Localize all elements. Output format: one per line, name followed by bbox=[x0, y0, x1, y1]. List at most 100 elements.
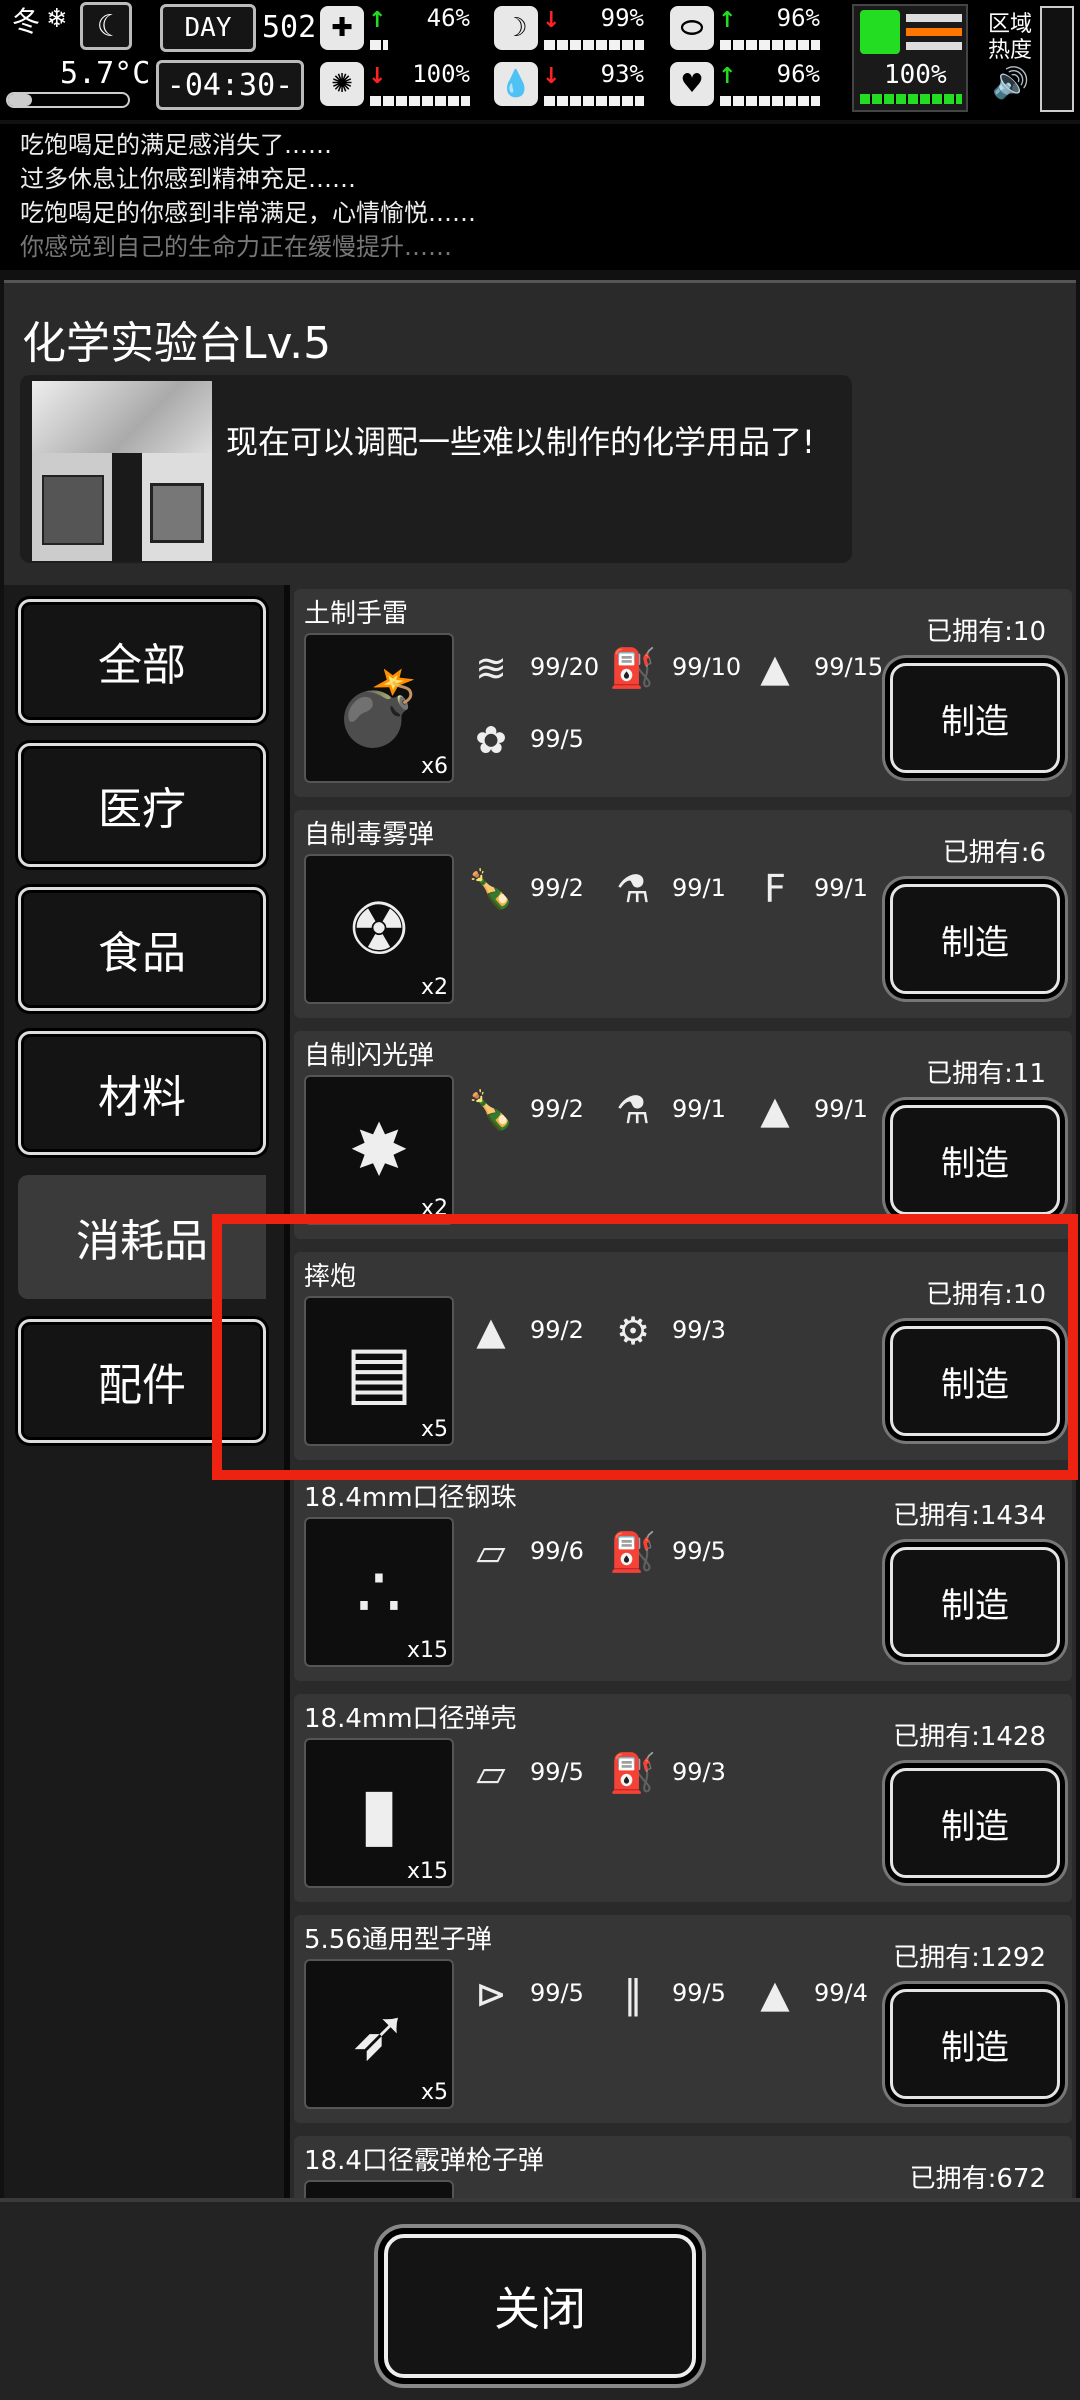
category-food[interactable]: 食品 bbox=[18, 887, 266, 1011]
status-hud: 冬 ❄ ☾ 5.7°C DAY 502 -04:30- ✚ ↑ 46% ☽ ↓ … bbox=[0, 0, 1080, 120]
craft-button[interactable]: 制造 bbox=[890, 1105, 1060, 1215]
stat-hunger: ☽ ↓ 99% bbox=[494, 4, 644, 54]
metal-plate-icon: ▱ bbox=[476, 1530, 506, 1574]
speaker-icon[interactable]: 🔊 bbox=[992, 66, 1029, 101]
crafting-panel: 化学实验台Lv.5 现在可以调配一些难以制作的化学用品了! 全部 医疗 食品 材… bbox=[4, 280, 1076, 2400]
owned-count: 已拥有:6 bbox=[942, 838, 1046, 868]
material-requirement: ≋ 99/20 bbox=[464, 639, 604, 699]
category-consumables[interactable]: 消耗品 bbox=[18, 1175, 266, 1299]
energy-bar bbox=[720, 40, 820, 50]
owned-count: 已拥有:10 bbox=[926, 1280, 1046, 1310]
station-description: 现在可以调配一些难以制作的化学用品了! bbox=[226, 423, 815, 461]
recipe-row: 18.4mm口径钢珠 已拥有:1434 ∴ x15 ▱ 99/6 ⛽ 99/5 制造 bbox=[294, 1473, 1072, 1681]
fuel-can-icon: ⛽ bbox=[609, 645, 657, 690]
powder-icon: ▲ bbox=[760, 646, 790, 690]
yield-multiplier: x15 bbox=[406, 1859, 448, 1884]
brain-icon: ✺ bbox=[320, 62, 364, 106]
shell-casing-icon: ▮ x15 bbox=[304, 1738, 454, 1888]
material-requirement: 🍾 99/2 bbox=[464, 860, 604, 920]
category-materials[interactable]: 材料 bbox=[18, 1031, 266, 1155]
material-requirement: ⚗ 99/1 bbox=[606, 860, 746, 920]
message-log: 吃饱喝足的满足感消失了…… 过多休息让你感到精神充足…… 吃饱喝足的你感到非常满… bbox=[0, 124, 1080, 270]
fuel-can-icon: ⛽ bbox=[609, 1750, 657, 1795]
trend-up-icon: ↑ bbox=[368, 8, 387, 33]
craft-button[interactable]: 制造 bbox=[890, 1326, 1060, 1436]
category-medical[interactable]: 医疗 bbox=[18, 743, 266, 867]
craft-button[interactable]: 制造 bbox=[890, 1547, 1060, 1657]
thermometer-icon bbox=[6, 92, 130, 108]
bottle-icon: 🍾 bbox=[467, 1087, 515, 1132]
yield-multiplier: x5 bbox=[420, 1417, 448, 1442]
clock-readout: -04:30- bbox=[156, 60, 304, 110]
owned-count: 已拥有:1428 bbox=[893, 1722, 1046, 1752]
close-button[interactable]: 关闭 bbox=[384, 2234, 696, 2378]
material-requirement: 🍾 99/2 bbox=[464, 1081, 604, 1141]
yield-multiplier: x2 bbox=[420, 1196, 448, 1221]
flask-icon: ⚗ bbox=[615, 867, 651, 911]
powder-icon: ▲ bbox=[760, 1972, 790, 2016]
category-all[interactable]: 全部 bbox=[18, 599, 266, 723]
flask-icon: ⚗ bbox=[615, 1088, 651, 1132]
log-line: 吃饱喝足的满足感消失了…… bbox=[20, 131, 332, 159]
bullet-tip-icon: ⊳ bbox=[475, 1972, 507, 2016]
stat-health: ✚ ↑ 46% bbox=[320, 4, 470, 54]
trend-down-icon: ↓ bbox=[542, 8, 561, 33]
bullet-icon: ➶ x5 bbox=[304, 1959, 454, 2109]
craft-button[interactable]: 制造 bbox=[890, 1768, 1060, 1878]
day-counter: 502 bbox=[262, 10, 317, 45]
yield-multiplier: x15 bbox=[406, 1638, 448, 1663]
temperature-readout: 5.7°C bbox=[60, 56, 151, 91]
owned-count: 已拥有:11 bbox=[926, 1059, 1046, 1089]
snow-icon: ❄ bbox=[46, 4, 68, 34]
recipe-name: 18.4mm口径钢珠 bbox=[304, 1483, 517, 1513]
material-requirement: ▱ 99/6 bbox=[464, 1523, 604, 1583]
recipe-name: 自制毒雾弹 bbox=[304, 820, 435, 850]
log-line: 吃饱喝足的你感到非常满足，心情愉悦…… bbox=[20, 199, 476, 227]
material-requirement: ⚙ 99/3 bbox=[606, 1302, 746, 1362]
firecracker-box-icon: ▤ x5 bbox=[304, 1296, 454, 1446]
recipe-row: 土制手雷 已拥有:10 💣 x6 ≋ 99/20 ⛽ 99/10 ▲ 99/15 ✿ 99/5 制造 bbox=[294, 589, 1072, 797]
recipe-name: 18.4mm口径弹壳 bbox=[304, 1704, 517, 1734]
hunger-bar bbox=[544, 40, 644, 50]
recipe-name: 自制闪光弹 bbox=[304, 1041, 435, 1071]
recipe-name: 土制手雷 bbox=[304, 599, 409, 629]
material-requirement: ⊳ 99/5 bbox=[464, 1965, 604, 2025]
thirst-bar bbox=[544, 96, 644, 106]
cotton-icon: ✿ bbox=[475, 718, 507, 762]
recipe-name: 5.56通用型子弹 bbox=[304, 1925, 492, 1955]
material-requirement: ▲ 99/4 bbox=[748, 1965, 888, 2025]
category-accessories[interactable]: 配件 bbox=[18, 1319, 266, 1443]
stat-mood: ♥ ↑ 96% bbox=[670, 60, 820, 110]
recipe-list[interactable]: 土制手雷 已拥有:10 💣 x6 ≋ 99/20 ⛽ 99/10 ▲ 99/15 ✿ 99/5 制造 自制… bbox=[290, 585, 1076, 2205]
stomach-icon: ☽ bbox=[494, 6, 538, 50]
trend-up-icon: ↑ bbox=[718, 64, 737, 89]
boot-status: 100% bbox=[852, 4, 968, 112]
day-label: DAY bbox=[160, 4, 256, 52]
bottom-bar: 关闭 bbox=[0, 2198, 1080, 2400]
recipe-row: 18.4mm口径弹壳 已拥有:1428 ▮ x15 ▱ 99/5 ⛽ 99/3 制造 bbox=[294, 1694, 1072, 1902]
mood-bar bbox=[720, 96, 820, 106]
owned-count: 已拥有:10 bbox=[926, 617, 1046, 647]
sanity-bar bbox=[370, 96, 470, 106]
material-requirement: ▱ 99/5 bbox=[464, 1744, 604, 1804]
recipe-row: 18.4口径霰弹枪子弹已拥有:672▬ bbox=[294, 2136, 1072, 2205]
first-aid-icon: ✚ bbox=[320, 6, 364, 50]
capsule-icon: ⬭ bbox=[670, 6, 714, 50]
recipe-name: 18.4口径霰弹枪子弹 bbox=[304, 2146, 544, 2176]
trend-down-icon: ↓ bbox=[542, 64, 561, 89]
health-bar bbox=[370, 40, 388, 50]
craft-button[interactable]: 制造 bbox=[890, 1989, 1060, 2099]
owned-count: 已拥有:1292 bbox=[893, 1943, 1046, 1973]
recipe-row: 5.56通用型子弹 已拥有:1292 ➶ x5 ⊳ 99/5 ‖ 99/5 ▲ 99/4 制造 bbox=[294, 1915, 1072, 2123]
poison-bottle-icon: ☢ x2 bbox=[304, 854, 454, 1004]
material-requirement: ▲ 99/15 bbox=[748, 639, 888, 699]
yield-multiplier: x5 bbox=[420, 2080, 448, 2105]
craft-button[interactable]: 制造 bbox=[890, 884, 1060, 994]
zone-heat-meter bbox=[1040, 6, 1074, 112]
material-requirement: ⛽ 99/10 bbox=[606, 639, 746, 699]
scrap-icon: ⚙ bbox=[615, 1309, 651, 1353]
material-requirement: ▲ 99/2 bbox=[464, 1302, 604, 1362]
boot-icon bbox=[860, 10, 900, 54]
craft-button[interactable]: 制造 bbox=[890, 663, 1060, 773]
stat-brain: ✺ ↓ 100% bbox=[320, 60, 470, 110]
